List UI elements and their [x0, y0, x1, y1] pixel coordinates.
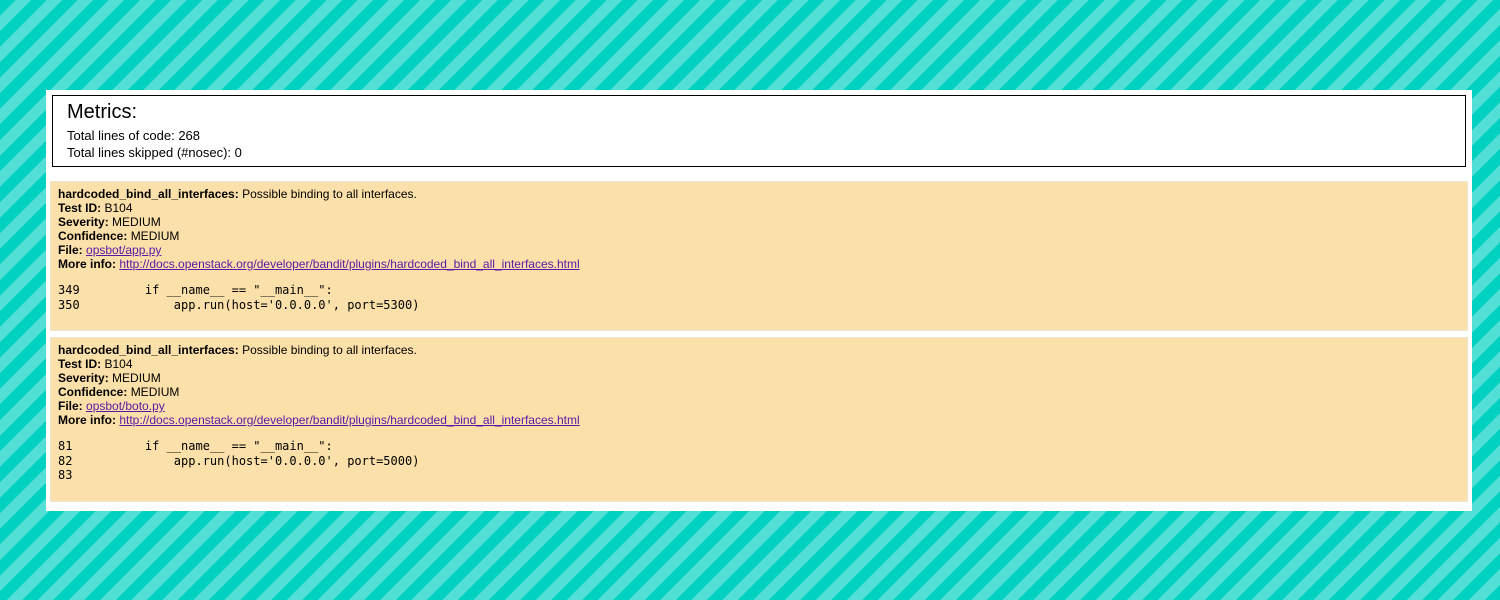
code-line: 350 app.run(host='0.0.0.0', port=5300) — [58, 298, 1460, 313]
issue-header: hardcoded_bind_all_interfaces: Possible … — [58, 187, 1460, 201]
issue-card: hardcoded_bind_all_interfaces: Possible … — [50, 181, 1468, 331]
issue-severity: Severity: MEDIUM — [58, 215, 1460, 229]
test-id-label: Test ID: — [58, 357, 102, 371]
more-info-label: More info: — [58, 413, 116, 427]
severity-label: Severity: — [58, 215, 109, 229]
line-number: 83 — [58, 468, 73, 482]
file-label: File: — [58, 243, 83, 257]
code-line: 83 — [58, 468, 1460, 483]
issue-test-id: Test ID: B104 — [58, 201, 1460, 215]
issue-severity: Severity: MEDIUM — [58, 371, 1460, 385]
issue-card: hardcoded_bind_all_interfaces: Possible … — [50, 337, 1468, 502]
total-loc-value: 268 — [178, 128, 201, 143]
line-number: 81 — [58, 439, 73, 453]
issue-file: File: opsbot/app.py — [58, 243, 1460, 257]
skipped-label: Total lines skipped (#nosec): — [67, 145, 232, 160]
confidence-label: Confidence: — [58, 229, 128, 243]
code-line: 349 if __name__ == "__main__": — [58, 283, 1460, 298]
bandit-report: Metrics: Total lines of code: 268 Total … — [46, 90, 1472, 511]
issue-confidence: Confidence: MEDIUM — [58, 229, 1460, 243]
code-text: app.run(host='0.0.0.0', port=5000) — [116, 453, 420, 468]
total-lines-skipped: Total lines skipped (#nosec): 0 — [67, 144, 1451, 161]
skipped-value: 0 — [234, 145, 242, 160]
issue-confidence: Confidence: MEDIUM — [58, 385, 1460, 399]
more-info-link[interactable]: http://docs.openstack.org/developer/band… — [119, 257, 579, 271]
test-id-value: B104 — [104, 201, 133, 215]
confidence-value: MEDIUM — [130, 385, 180, 399]
total-loc-label: Total lines of code: — [67, 128, 175, 143]
issue-test-id: Test ID: B104 — [58, 357, 1460, 371]
severity-value: MEDIUM — [112, 215, 161, 229]
code-text: if __name__ == "__main__": — [116, 439, 333, 453]
code-line: 81 if __name__ == "__main__": — [58, 439, 1460, 454]
total-lines-of-code: Total lines of code: 268 — [67, 127, 1451, 144]
issue-description: Possible binding to all interfaces. — [242, 343, 417, 357]
file-label: File: — [58, 399, 83, 413]
test-id-value: B104 — [104, 357, 133, 371]
file-link[interactable]: opsbot/boto.py — [86, 399, 165, 413]
line-number: 350 — [58, 297, 80, 312]
issue-header: hardcoded_bind_all_interfaces: Possible … — [58, 343, 1460, 357]
issue-name: hardcoded_bind_all_interfaces: — [58, 343, 239, 357]
issue-more-info: More info: http://docs.openstack.org/dev… — [58, 413, 1460, 427]
issue-description: Possible binding to all interfaces. — [242, 187, 417, 201]
confidence-label: Confidence: — [58, 385, 128, 399]
code-snippet: 349 if __name__ == "__main__": 350 app.ru… — [58, 283, 1460, 312]
line-number: 349 — [58, 283, 80, 297]
test-id-label: Test ID: — [58, 201, 102, 215]
code-text: app.run(host='0.0.0.0', port=5300) — [116, 297, 420, 312]
code-text: if __name__ == "__main__": — [116, 283, 333, 297]
metrics-title: Metrics: — [67, 101, 137, 123]
issue-more-info: More info: http://docs.openstack.org/dev… — [58, 257, 1460, 271]
metrics-panel: Metrics: Total lines of code: 268 Total … — [52, 95, 1466, 167]
more-info-link[interactable]: http://docs.openstack.org/developer/band… — [119, 413, 579, 427]
code-snippet: 81 if __name__ == "__main__": 82 app.run(… — [58, 439, 1460, 483]
file-link[interactable]: opsbot/app.py — [86, 243, 161, 257]
confidence-value: MEDIUM — [130, 229, 180, 243]
severity-label: Severity: — [58, 371, 109, 385]
issue-file: File: opsbot/boto.py — [58, 399, 1460, 413]
issue-name: hardcoded_bind_all_interfaces: — [58, 187, 239, 201]
more-info-label: More info: — [58, 257, 116, 271]
severity-value: MEDIUM — [112, 371, 161, 385]
line-number: 82 — [58, 453, 73, 468]
code-line: 82 app.run(host='0.0.0.0', port=5000) — [58, 454, 1460, 469]
